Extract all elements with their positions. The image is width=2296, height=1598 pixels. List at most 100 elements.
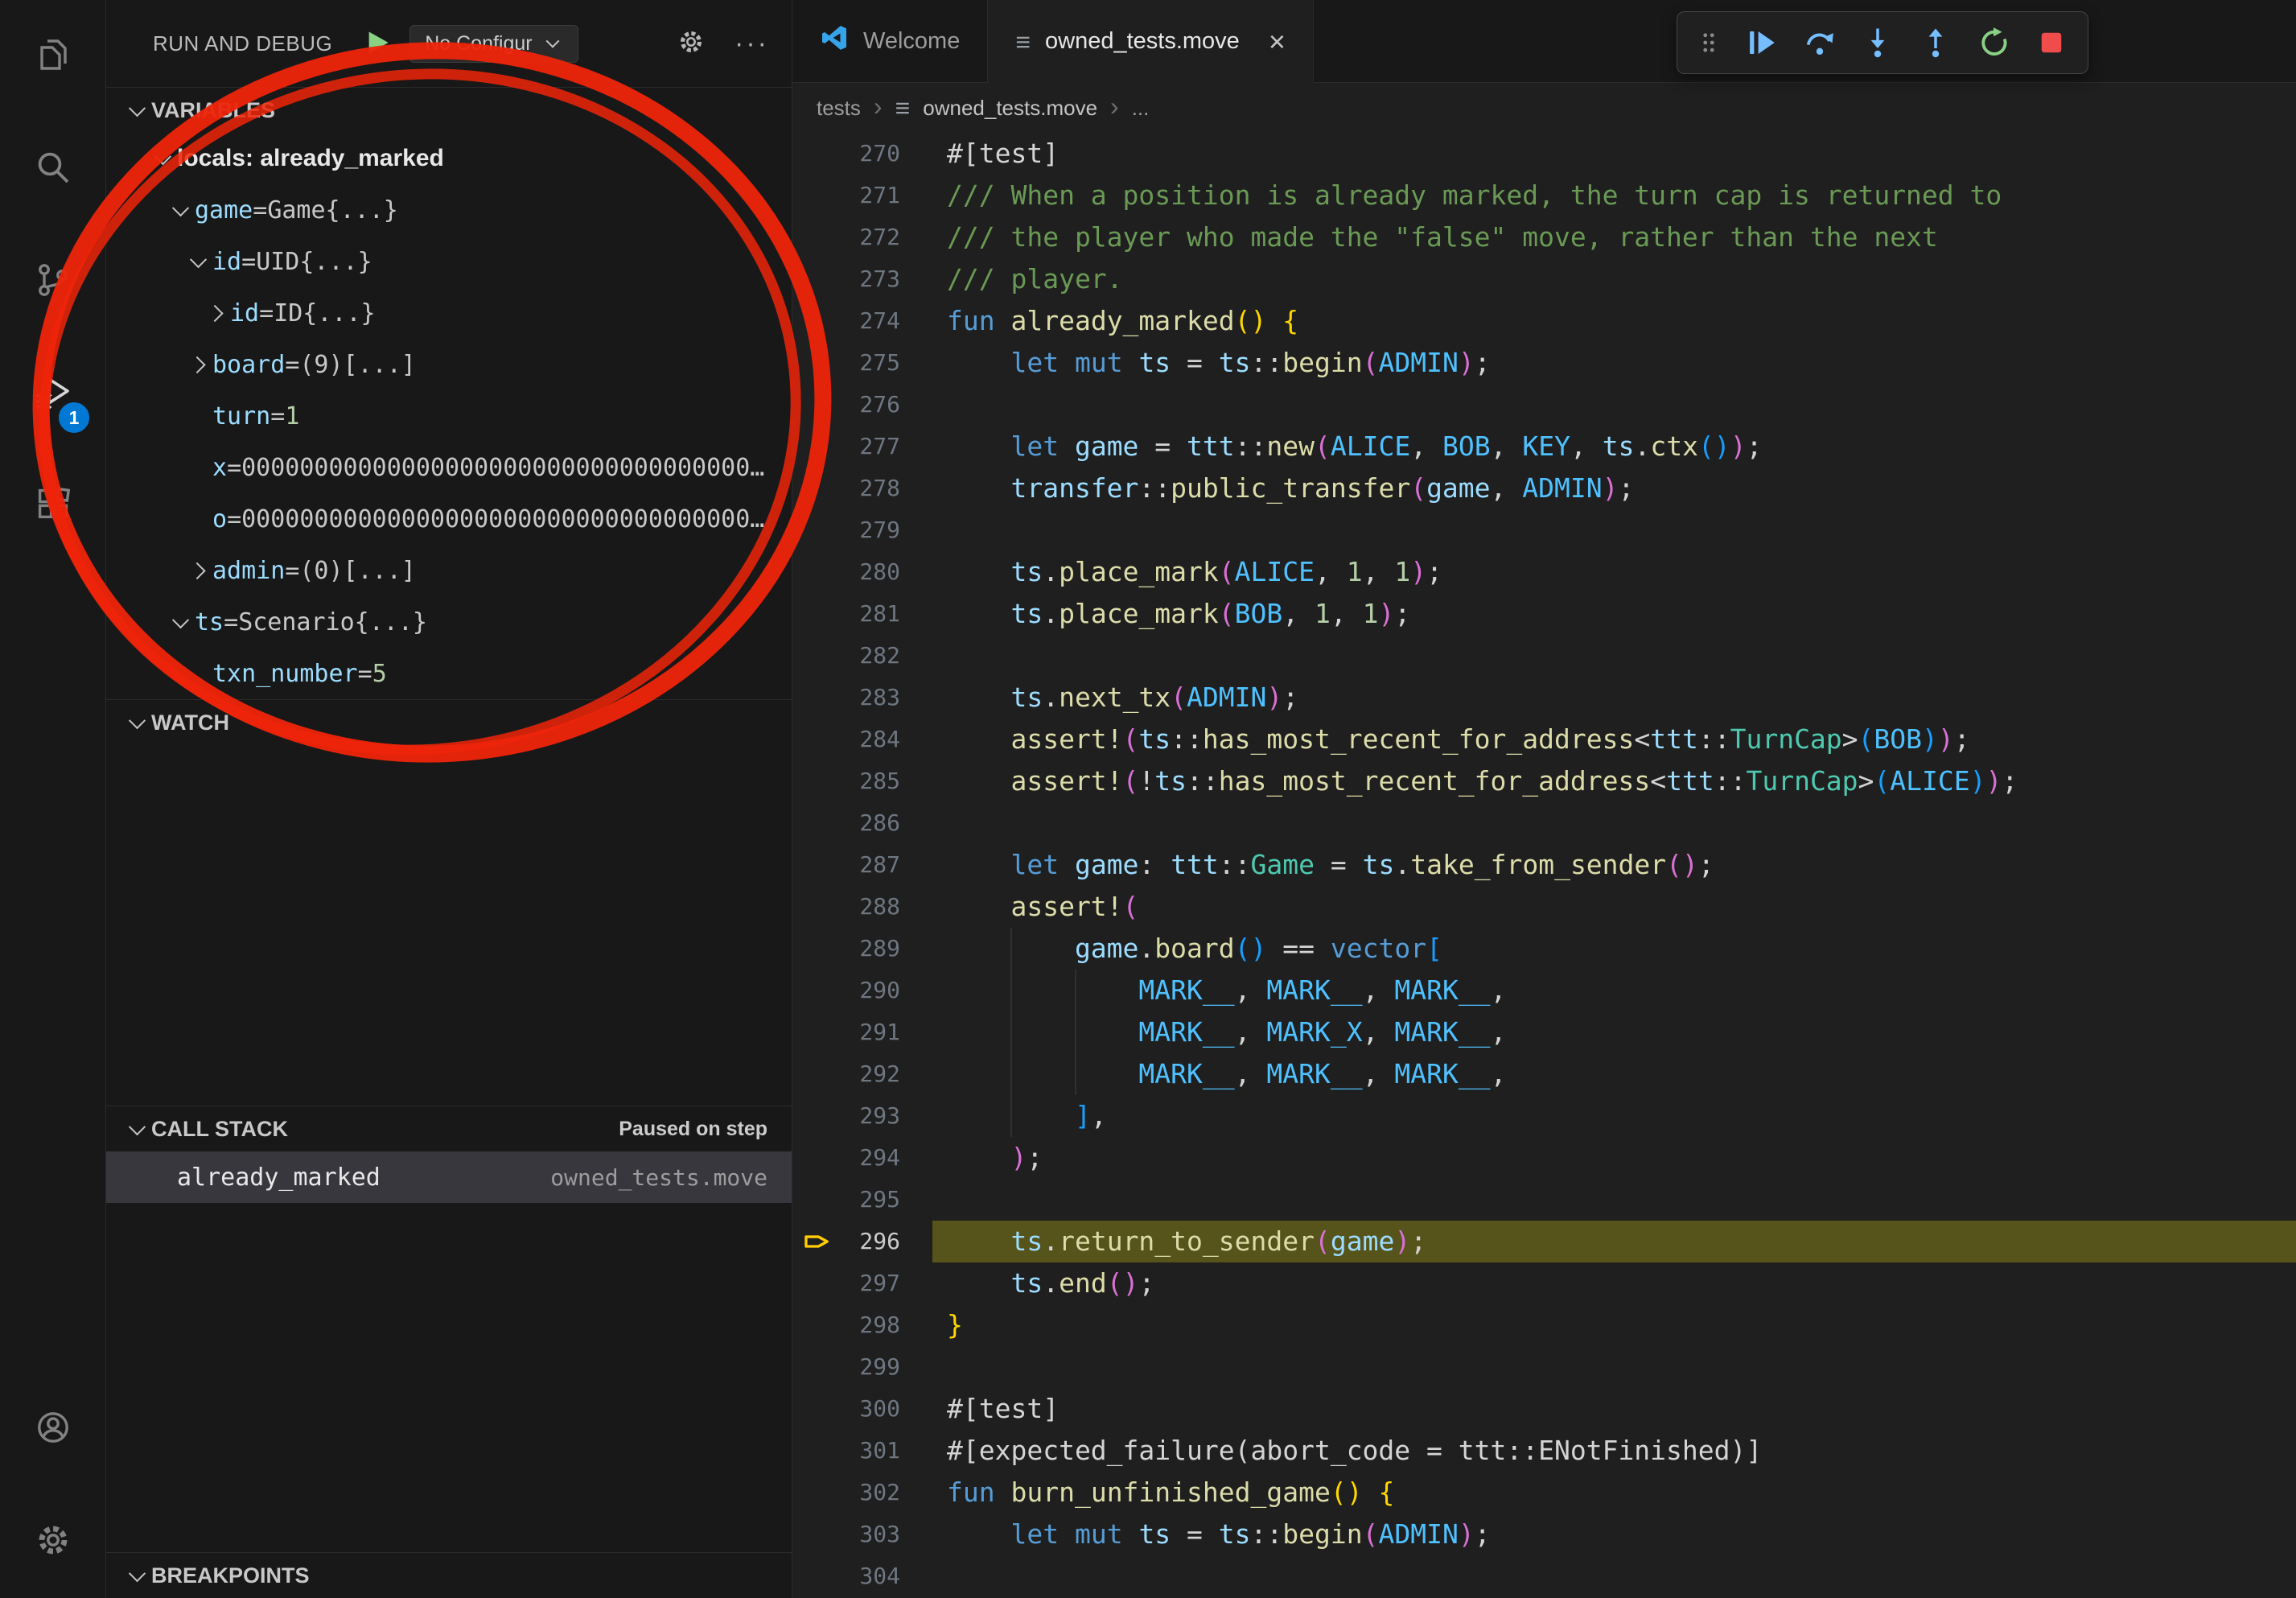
breakpoint-gutter[interactable] bbox=[792, 593, 842, 635]
chevron-down-icon[interactable] bbox=[166, 184, 195, 236]
code-line-text[interactable]: } bbox=[932, 1304, 2296, 1346]
code-line[interactable]: 291MARK__, MARK_X, MARK__, bbox=[792, 1011, 2296, 1053]
breakpoint-gutter[interactable] bbox=[792, 342, 842, 384]
code-line[interactable]: 294); bbox=[792, 1137, 2296, 1179]
breakpoint-gutter[interactable] bbox=[792, 1514, 842, 1555]
code-line-text[interactable] bbox=[932, 384, 2296, 426]
code-line-text[interactable]: ts.return_to_sender(game); bbox=[932, 1221, 2296, 1262]
debug-config-dropdown[interactable]: No Configur bbox=[409, 25, 578, 63]
code-line-text[interactable]: ts.place_mark(ALICE, 1, 1); bbox=[932, 551, 2296, 593]
watch-section-header[interactable]: WATCH bbox=[106, 700, 792, 745]
code-line[interactable]: 295 bbox=[792, 1179, 2296, 1221]
step-into-button[interactable] bbox=[1859, 24, 1896, 61]
activity-search[interactable] bbox=[0, 113, 105, 225]
stop-button[interactable] bbox=[2033, 24, 2070, 61]
code-line-text[interactable] bbox=[932, 1346, 2296, 1388]
code-line-text[interactable]: #[test] bbox=[932, 1388, 2296, 1430]
breakpoint-gutter[interactable] bbox=[792, 551, 842, 593]
breakpoint-gutter[interactable] bbox=[792, 426, 842, 467]
tab-owned-tests-move[interactable]: ≡ owned_tests.move × bbox=[988, 0, 1314, 83]
code-line[interactable]: 301#[expected_failure(abort_code = ttt::… bbox=[792, 1430, 2296, 1472]
code-line[interactable]: 292MARK__, MARK__, MARK__, bbox=[792, 1053, 2296, 1095]
breakpoint-gutter[interactable] bbox=[792, 467, 842, 509]
code-line-text[interactable] bbox=[932, 509, 2296, 551]
code-line[interactable]: 276 bbox=[792, 384, 2296, 426]
breakpoint-gutter[interactable] bbox=[792, 1179, 842, 1221]
code-line[interactable]: 290MARK__, MARK__, MARK__, bbox=[792, 970, 2296, 1011]
code-line-text[interactable]: ts.next_tx(ADMIN); bbox=[932, 677, 2296, 719]
code-line[interactable]: 277let game = ttt::new(ALICE, BOB, KEY, … bbox=[792, 426, 2296, 467]
chevron-right-icon[interactable] bbox=[183, 545, 212, 596]
code-line-text[interactable]: /// the player who made the "false" move… bbox=[932, 216, 2296, 258]
code-line[interactable]: 271/// When a position is already marked… bbox=[792, 175, 2296, 216]
activity-extensions[interactable] bbox=[0, 451, 105, 563]
breakpoint-gutter[interactable] bbox=[792, 300, 842, 342]
code-line-text[interactable]: game.board() == vector[ bbox=[932, 928, 2296, 970]
code-line[interactable]: 270#[test] bbox=[792, 133, 2296, 175]
variable-row[interactable]: x = 000000000000000000000000000000000000… bbox=[106, 442, 792, 493]
breakpoint-gutter[interactable] bbox=[792, 509, 842, 551]
step-out-button[interactable] bbox=[1917, 24, 1954, 61]
step-over-button[interactable] bbox=[1801, 24, 1838, 61]
breakpoint-gutter[interactable] bbox=[792, 1555, 842, 1597]
breakpoint-gutter[interactable] bbox=[792, 1011, 842, 1053]
code-line[interactable]: 298} bbox=[792, 1304, 2296, 1346]
call-stack-frame[interactable]: already_marked owned_tests.move bbox=[106, 1151, 792, 1203]
gear-icon[interactable] bbox=[677, 27, 706, 60]
breakpoint-gutter[interactable] bbox=[792, 1053, 842, 1095]
code-line-text[interactable] bbox=[932, 1179, 2296, 1221]
code-line[interactable]: 299 bbox=[792, 1346, 2296, 1388]
code-line-text[interactable]: fun already_marked() { bbox=[932, 300, 2296, 342]
code-line-text[interactable]: let mut ts = ts::begin(ADMIN); bbox=[932, 342, 2296, 384]
code-line[interactable]: 304 bbox=[792, 1555, 2296, 1597]
variables-section-header[interactable]: VARIABLES bbox=[106, 88, 792, 133]
breakpoint-gutter[interactable] bbox=[792, 1388, 842, 1430]
start-debug-button[interactable] bbox=[364, 29, 392, 59]
code-line-text[interactable]: let mut ts = ts::begin(ADMIN); bbox=[932, 1514, 2296, 1555]
breakpoint-gutter[interactable] bbox=[792, 928, 842, 970]
variable-row[interactable]: ts = Scenario{...} bbox=[106, 596, 792, 648]
code-editor[interactable]: 270#[test]271/// When a position is alre… bbox=[792, 133, 2296, 1598]
breakpoint-gutter[interactable] bbox=[792, 635, 842, 677]
chevron-down-icon[interactable] bbox=[148, 133, 177, 184]
breakpoint-gutter[interactable] bbox=[792, 677, 842, 719]
code-line-text[interactable]: MARK__, MARK__, MARK__, bbox=[932, 1053, 2296, 1095]
breakpoint-gutter[interactable] bbox=[792, 1262, 842, 1304]
breakpoint-gutter[interactable] bbox=[792, 1095, 842, 1137]
code-line[interactable]: 272/// the player who made the "false" m… bbox=[792, 216, 2296, 258]
code-line[interactable]: 302fun burn_unfinished_game() { bbox=[792, 1472, 2296, 1514]
breakpoint-gutter[interactable] bbox=[792, 1346, 842, 1388]
code-line[interactable]: 285assert!(!ts::has_most_recent_for_addr… bbox=[792, 760, 2296, 802]
code-line-text[interactable]: assert!( bbox=[932, 886, 2296, 928]
code-line-text[interactable]: assert!(ts::has_most_recent_for_address<… bbox=[932, 719, 2296, 760]
breakpoint-gutter[interactable] bbox=[792, 760, 842, 802]
code-line[interactable]: 283ts.next_tx(ADMIN); bbox=[792, 677, 2296, 719]
code-line-text[interactable]: MARK__, MARK_X, MARK__, bbox=[932, 1011, 2296, 1053]
code-line-text[interactable] bbox=[932, 802, 2296, 844]
code-line[interactable]: 278transfer::public_transfer(game, ADMIN… bbox=[792, 467, 2296, 509]
activity-explorer[interactable] bbox=[0, 0, 105, 113]
code-line-text[interactable]: fun burn_unfinished_game() { bbox=[932, 1472, 2296, 1514]
code-line-text[interactable]: ts.end(); bbox=[932, 1262, 2296, 1304]
breakpoint-gutter[interactable] bbox=[792, 970, 842, 1011]
code-line[interactable]: 303let mut ts = ts::begin(ADMIN); bbox=[792, 1514, 2296, 1555]
activity-run-and-debug[interactable]: 1 bbox=[0, 338, 105, 451]
breakpoint-gutter[interactable] bbox=[792, 258, 842, 300]
code-line[interactable]: 274fun already_marked() { bbox=[792, 300, 2296, 342]
code-line[interactable]: 297ts.end(); bbox=[792, 1262, 2296, 1304]
code-line-text[interactable]: ts.place_mark(BOB, 1, 1); bbox=[932, 593, 2296, 635]
breadcrumb-symbol[interactable]: ... bbox=[1132, 96, 1150, 121]
code-line[interactable]: 288assert!( bbox=[792, 886, 2296, 928]
activity-settings[interactable] bbox=[0, 1485, 105, 1598]
breakpoint-gutter[interactable] bbox=[792, 133, 842, 175]
variable-row[interactable]: turn = 1 bbox=[106, 390, 792, 442]
activity-account[interactable] bbox=[0, 1373, 105, 1485]
breadcrumb-folder[interactable]: tests bbox=[817, 96, 861, 121]
code-line-text[interactable] bbox=[932, 635, 2296, 677]
code-line-text[interactable]: let game: ttt::Game = ts.take_from_sende… bbox=[932, 844, 2296, 886]
code-line[interactable]: 287let game: ttt::Game = ts.take_from_se… bbox=[792, 844, 2296, 886]
breakpoint-gutter[interactable] bbox=[792, 844, 842, 886]
variable-row[interactable]: id = UID{...} bbox=[106, 236, 792, 287]
code-line[interactable]: 296ts.return_to_sender(game); bbox=[792, 1221, 2296, 1262]
variable-row[interactable]: game = Game{...} bbox=[106, 184, 792, 236]
